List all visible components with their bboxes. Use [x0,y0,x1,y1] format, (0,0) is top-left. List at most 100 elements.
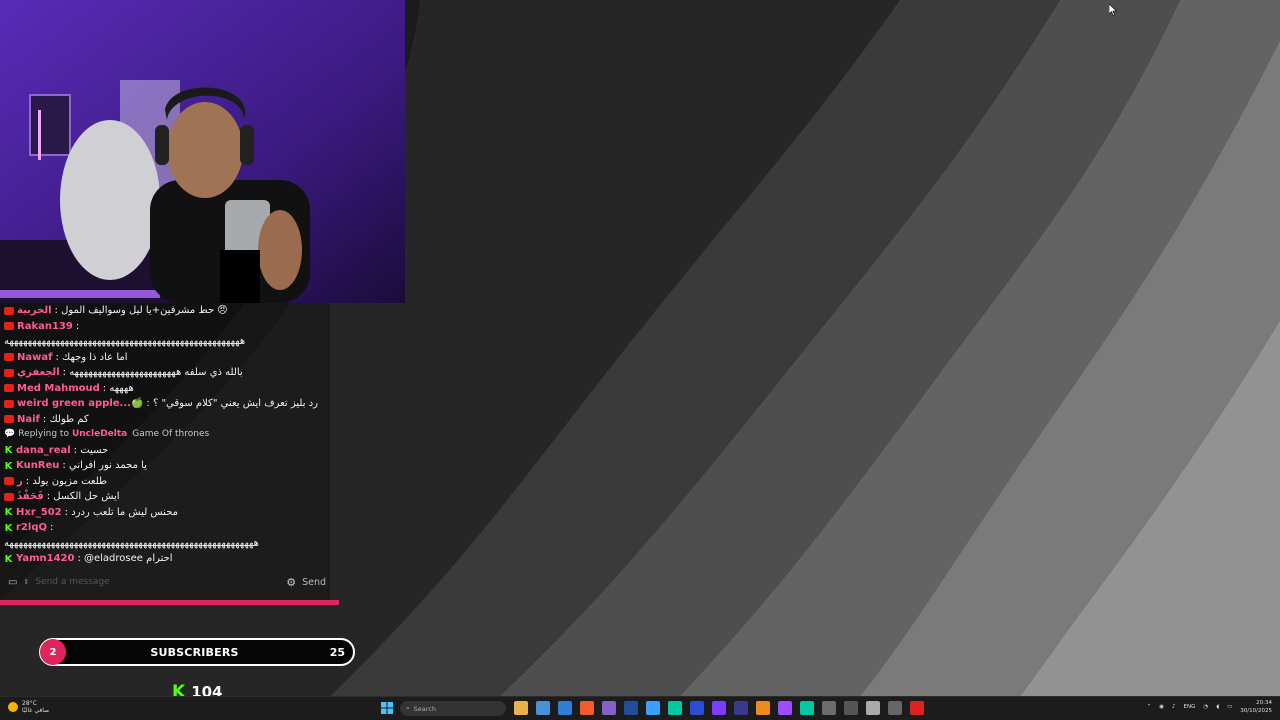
photoshop-icon[interactable] [624,701,638,715]
taskbar-search-box[interactable]: ⌕ Search [400,701,506,716]
sun-weather-icon [8,702,18,712]
chat-message: فَحَفْذَ: ايش حل الكسل [4,489,324,505]
chat-username[interactable]: UncleDelta [72,427,127,443]
webcam-overlay [0,0,405,303]
chat-message: الجعفري: بالله ذي سلفه ههههههههههههههههه… [4,365,324,381]
chat-message-text: : [75,320,80,332]
kick-badge-icon [4,508,13,516]
brave-icon[interactable] [580,701,594,715]
weather-widget[interactable]: 28°C صافي غالبًا [8,700,49,714]
kick-badge-icon [4,462,13,470]
reply-prefix: Replying to [18,429,69,439]
chat-mode-icon[interactable]: ▭ [8,577,17,588]
windows-start-icon[interactable] [380,701,394,715]
subscribers-goal-count: 25 [329,645,345,659]
visual-studio-icon[interactable] [602,701,616,715]
language-indicator[interactable]: ENG [1184,704,1196,710]
chat-username[interactable]: فَحَفْذَ [17,489,44,505]
chat-message-text: : [49,522,54,533]
subscribers-current-count: 2 [40,639,66,665]
store-icon[interactable] [536,701,550,715]
settings-gear-icon[interactable]: ⚙ [286,576,296,589]
chat-message: Rakan139: [4,319,324,335]
chat-message: weird green apple...🍏: رد بليز تعرف ايش … [4,396,324,412]
send-button[interactable]: Send [302,577,326,588]
audition-icon[interactable] [668,701,682,715]
chat-message-text: : رد بليز تعرف ايش يعني "كلام سوقي" ؟ [146,398,318,409]
subscribers-label: SUBSCRIBERS [150,645,239,659]
chat-username[interactable]: Nawaf [17,350,52,366]
battery-icon[interactable]: ▭ [1227,704,1232,710]
media-icon[interactable] [690,701,704,715]
youtube-badge-icon [4,477,14,486]
system-tray: ⌃ ◉ ♪ ENG ◔ ◖ ▭ 20:34 30/10/2025 [1147,699,1272,715]
chat-message: هههههههههههههههههههههههههههههههههههههههه… [4,536,324,552]
youtube-badge-icon [4,384,14,393]
chat-message-text: : يا محمد نور افراني [62,460,147,471]
chat-message-text: Game Of thrones [132,429,210,439]
chevron-up-icon[interactable]: ⌃ [1147,704,1152,710]
chat-username[interactable]: r2lqQ [16,520,47,536]
chat-message-text: : طلعت مزيون يولد [25,475,108,487]
chat-message-text: هههههههههههههههههههههههههههههههههههههههه… [4,537,259,549]
app-icon[interactable] [844,701,858,715]
chat-username[interactable]: dana_real [16,443,71,459]
clock[interactable]: 20:34 30/10/2025 [1240,699,1272,715]
chat-message-input[interactable] [35,572,281,592]
chat-message-text: : محنس ليش ما تلعب ردرد [64,506,178,518]
obs-studio-icon[interactable] [910,701,924,715]
premiere-icon[interactable] [778,701,792,715]
youtube-badge-icon [4,415,14,424]
chat-message: dana_real: حسيت [4,443,324,459]
network-icon[interactable]: ◉ [1159,704,1164,710]
chat-message: هههههههههههههههههههههههههههههههههههههههه… [4,334,324,350]
chat-username[interactable]: Naif [17,412,40,428]
chat-message: r2lqQ: [4,520,324,536]
file-explorer-icon[interactable] [514,701,528,715]
youtube-badge-icon [4,399,14,408]
chat-username[interactable]: Rakan139 [17,319,73,335]
app-icon[interactable] [646,701,660,715]
windows-taskbar: 28°C صافي غالبًا ⌕ Search ⌃ ◉ ♪ ENG ◔ ◖ … [0,696,1280,720]
youtube-badge-icon [4,368,14,377]
chat-username[interactable]: Med Mahmoud [17,381,100,397]
audition-icon[interactable] [800,701,814,715]
youtube-badge-icon [4,306,14,315]
clock-time: 20:34 [1256,700,1272,706]
chat-username[interactable]: الحربية [17,303,52,319]
youtube-badge-icon [4,322,14,331]
media-encoder-icon[interactable] [734,701,748,715]
chat-message: Nawaf: اما عاد ذا وجهك [4,350,324,366]
app-icon[interactable] [866,701,880,715]
chat-message-text: : @eladrosee احترام [77,553,173,564]
chat-username[interactable]: Hxr_502 [16,505,62,521]
chat-message: Yamn1420: @eladrosee احترام [4,551,324,567]
chat-message-text: : حسيت [73,444,109,456]
speaker-icon[interactable]: ♪ [1172,704,1176,710]
blender-icon[interactable] [756,701,770,715]
chat-message: Med Mahmoud: ههههه [4,381,324,397]
wifi-icon[interactable]: ◔ [1203,704,1208,710]
app-icon[interactable] [888,701,902,715]
reply-icon: 💬 [4,429,16,439]
youtube-badge-icon [4,353,14,362]
chat-username[interactable]: KunReu [16,458,59,474]
chat-panel: الحربية: حط مشرفين+يا ليل وسواليف المول … [0,303,330,603]
chat-username[interactable]: الجعفري [17,365,60,381]
chat-message-text: هههههههههههههههههههههههههههههههههههههههه… [4,336,246,347]
chat-username[interactable]: weird green apple...🍏 [17,396,143,412]
vscode-icon[interactable] [558,701,572,715]
after-effects-icon[interactable] [712,701,726,715]
volume-icon[interactable]: ◖ [1216,704,1219,710]
chat-message: ر: طلعت مزيون يولد [4,474,324,490]
weather-temperature: 28°C [22,700,37,707]
search-placeholder: Search [413,704,436,713]
chat-message-text: : حط مشرفين+يا ليل وسواليف المول 😠 [54,305,228,316]
chat-username[interactable]: Yamn1420 [16,551,74,567]
chat-message-text: : ايش حل الكسل [46,491,120,502]
obs-icon[interactable] [822,701,836,715]
chat-message: الحربية: حط مشرفين+يا ليل وسواليف المول … [4,303,324,319]
chevron-updown-icon[interactable]: ⇕ [23,578,29,586]
chat-username[interactable]: ر [17,474,23,490]
chat-message: Naif: كم طولك [4,412,324,428]
